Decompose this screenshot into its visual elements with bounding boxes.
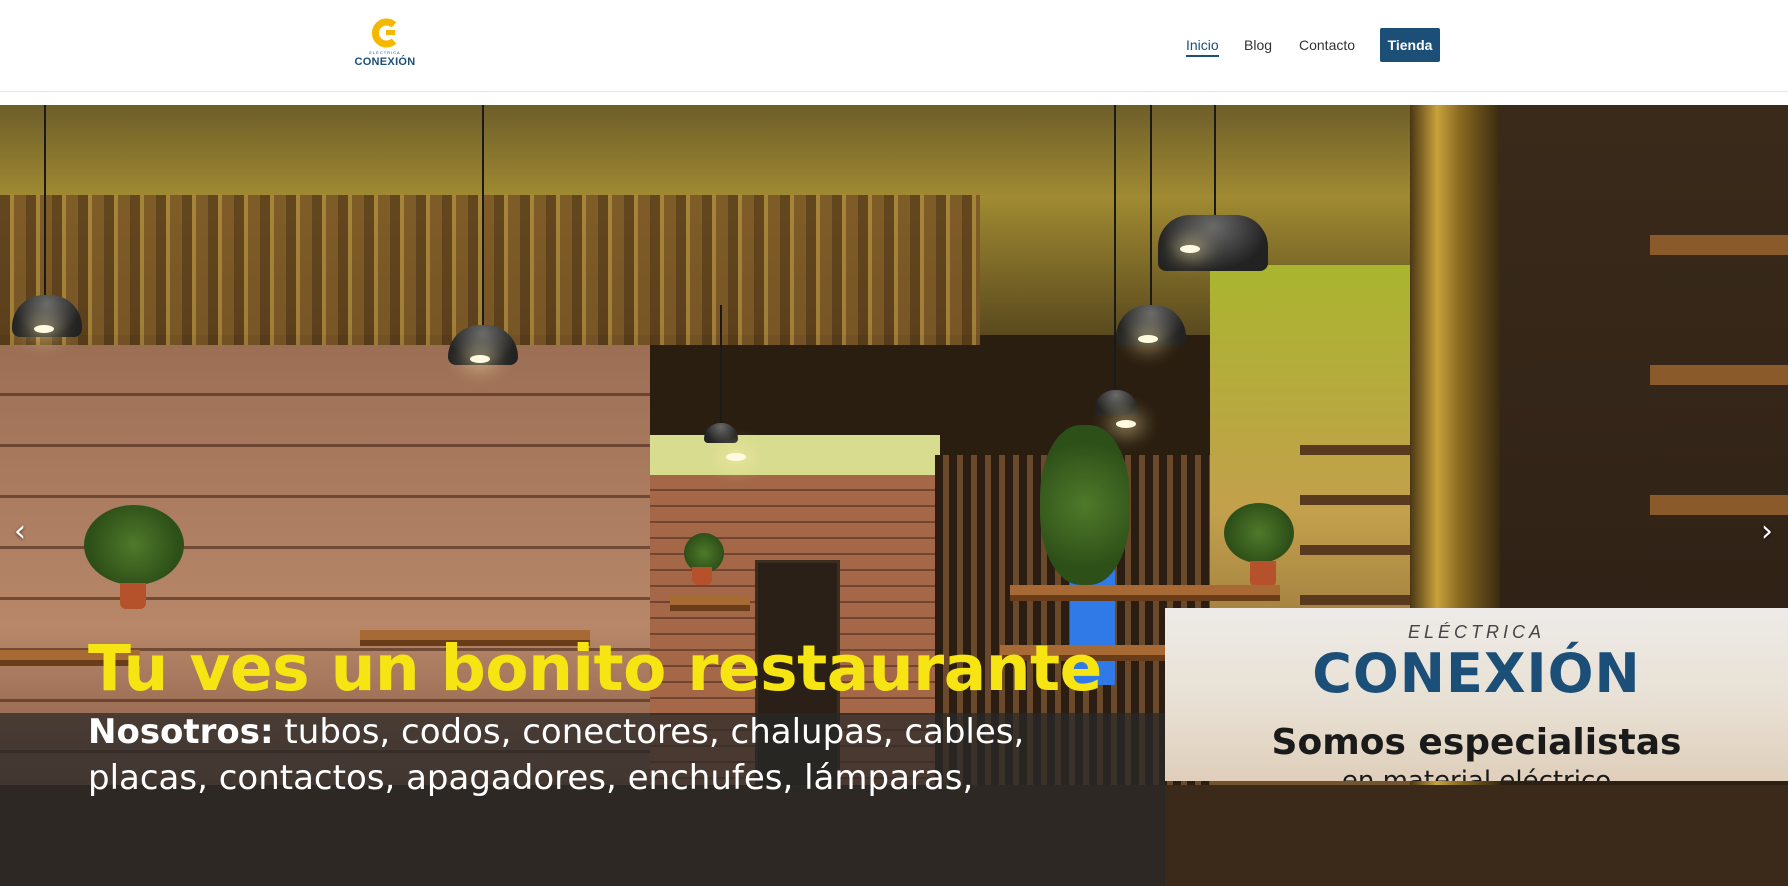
promo-brand: CONEXIÓN: [1312, 642, 1641, 705]
promo-kicker: ELÉCTRICA: [1407, 622, 1546, 642]
site-logo[interactable]: ELÉCTRICA CONEXIÓN: [352, 16, 418, 72]
promo-box: ELÉCTRICA CONEXIÓN Somos especialistas e…: [1165, 608, 1788, 781]
slider-next-arrow[interactable]: ›: [1755, 517, 1779, 547]
nav-contacto[interactable]: Contacto: [1299, 37, 1355, 53]
logo-c-icon: [372, 18, 397, 48]
slide-headline: Tu ves un bonito restaurante: [88, 632, 1102, 705]
subline-bold: Nosotros:: [88, 712, 274, 752]
promo-title: Somos especialistas: [1271, 722, 1682, 763]
chevron-right-icon: ›: [1761, 514, 1773, 549]
chevron-left-icon: ‹: [14, 514, 26, 549]
nav-inicio[interactable]: Inicio: [1186, 37, 1219, 57]
logo-subtext: ELÉCTRICA: [369, 50, 401, 55]
slider-prev-arrow[interactable]: ‹: [8, 517, 32, 547]
nav-blog[interactable]: Blog: [1244, 37, 1272, 53]
shop-button[interactable]: Tienda: [1380, 28, 1440, 62]
site-header: ELÉCTRICA CONEXIÓN Inicio Blog Contacto …: [0, 0, 1788, 92]
subline-rest: tubos, codos, conectores, chalupas, cabl…: [273, 712, 1025, 752]
hero-slider: ‹ › Tu ves un bonito restaurante Nosotro…: [0, 105, 1788, 886]
logo-name: CONEXIÓN: [354, 56, 416, 68]
slide-subline-2: placas, contactos, apagadores, enchufes,…: [88, 758, 974, 798]
promo-subtitle: en material eléctrico: [1341, 766, 1612, 781]
slide-subline: Nosotros: tubos, codos, conectores, chal…: [88, 712, 1024, 752]
